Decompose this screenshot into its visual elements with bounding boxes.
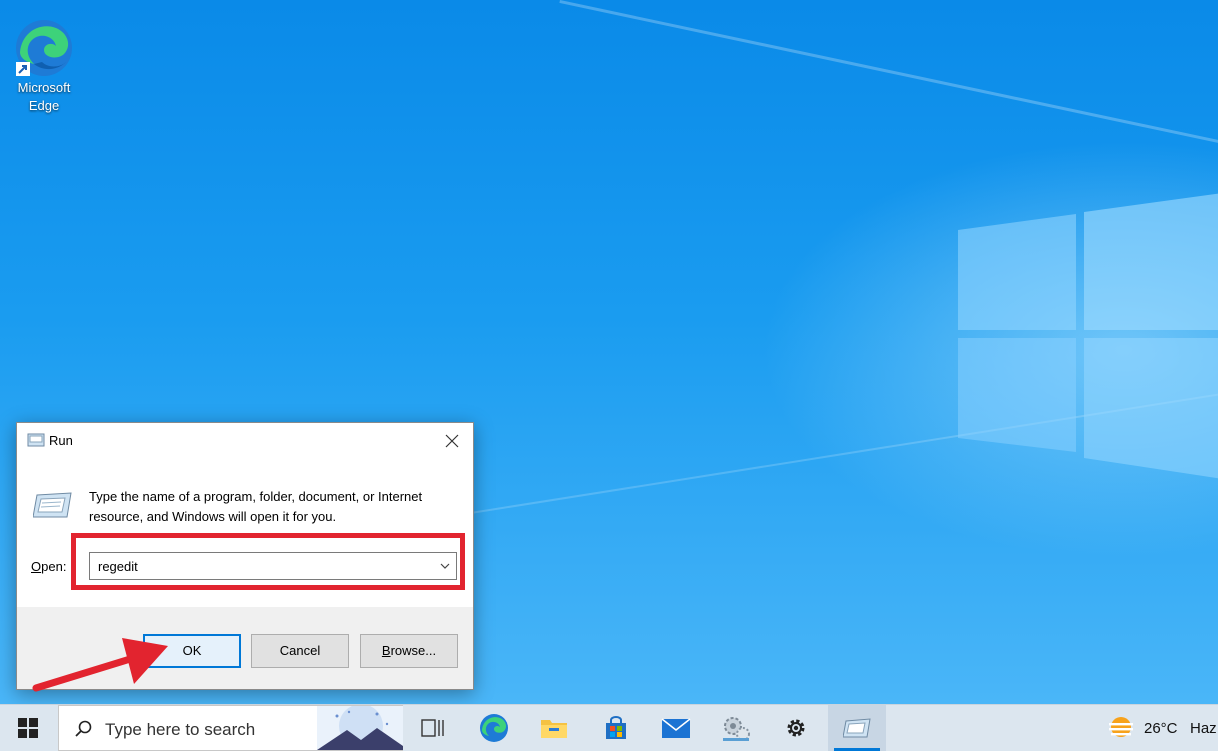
search-highlight-art [317, 706, 403, 750]
taskbar: Type here to search 26°C Haz [0, 704, 1218, 751]
dialog-description: Type the name of a program, folder, docu… [89, 489, 423, 524]
edge-icon [480, 714, 508, 742]
start-button[interactable] [0, 705, 56, 751]
dialog-title: Run [49, 433, 73, 448]
control-panel-icon [723, 717, 750, 741]
taskbar-store[interactable] [594, 705, 638, 751]
open-label-accesskey: O [31, 559, 42, 574]
desktop-icon-label: Edge [28, 98, 60, 113]
store-icon [606, 716, 626, 739]
taskbar-run[interactable] [828, 705, 886, 751]
annotation-arrow [32, 638, 168, 692]
weather-temperature: 26°C [1144, 720, 1178, 737]
browse-button[interactable]: Browse... [360, 634, 458, 668]
file-explorer-icon [541, 720, 567, 738]
taskbar-mail[interactable] [654, 705, 698, 751]
cancel-button[interactable]: Cancel [251, 634, 349, 668]
open-label: Open: [31, 559, 66, 574]
browse-label: rowse... [390, 643, 437, 658]
search-placeholder: Type here to search [105, 720, 256, 739]
edge-icon [16, 20, 72, 76]
run-icon [27, 433, 45, 447]
desktop-icon-edge[interactable]: Microsoft Edge [8, 18, 80, 116]
desktop-icon-label: Microsoft [17, 80, 71, 95]
weather-condition: Haz [1190, 720, 1217, 737]
search-icon [75, 720, 92, 737]
run-icon [33, 492, 72, 518]
windows-wallpaper-logo [958, 193, 1218, 479]
taskbar-search[interactable]: Type here to search [58, 705, 403, 751]
close-icon[interactable] [437, 429, 467, 453]
mail-icon [661, 718, 691, 738]
taskbar-control-panel[interactable] [714, 705, 758, 751]
open-label-text: pen: [41, 559, 67, 574]
task-view-button[interactable] [410, 705, 454, 751]
run-icon [843, 718, 871, 738]
weather-widget[interactable]: 26°C Haz [1104, 705, 1218, 751]
taskbar-edge[interactable] [472, 705, 516, 751]
taskbar-settings[interactable] [774, 705, 818, 751]
task-view-icon [421, 719, 444, 737]
annotation-highlight-box [71, 533, 465, 590]
windows-start-icon [18, 718, 38, 738]
haze-weather-icon [1109, 717, 1133, 737]
taskbar-file-explorer[interactable] [532, 705, 576, 751]
settings-icon [787, 719, 805, 737]
browse-accesskey: B [381, 643, 391, 658]
title-bar[interactable]: Run [17, 423, 473, 457]
